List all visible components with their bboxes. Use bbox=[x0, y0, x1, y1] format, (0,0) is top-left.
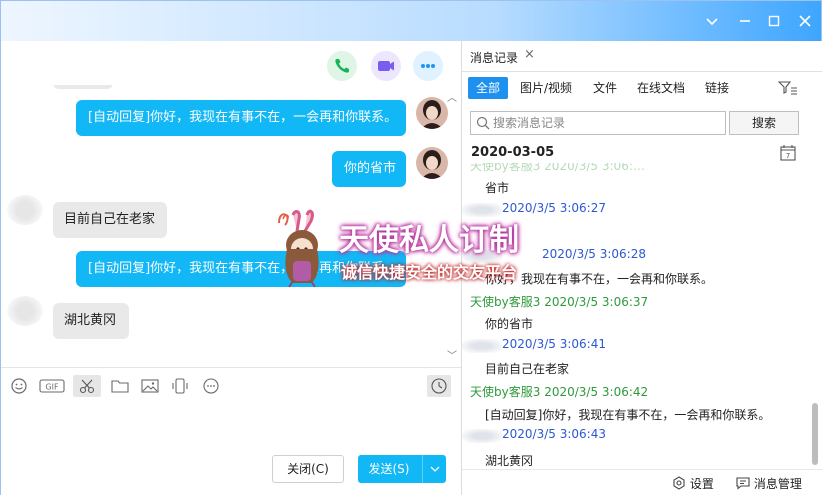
watermark: 天使私人订制 诚信快捷安全的交友平台 bbox=[271, 209, 561, 289]
emoji-icon[interactable] bbox=[6, 375, 32, 397]
history-footer: 设置 消息管理 bbox=[462, 469, 822, 495]
history-timestamp: 2020/3/5 3:06:43 bbox=[502, 427, 606, 441]
history-message: 湖北黄冈 bbox=[485, 454, 534, 467]
divider bbox=[462, 71, 822, 72]
search-input[interactable] bbox=[493, 114, 721, 132]
filter-icon[interactable] bbox=[777, 79, 798, 100]
history-message: 目前自己在老家 bbox=[485, 362, 570, 376]
close-icon[interactable] bbox=[794, 10, 816, 32]
message-manage-label: 消息管理 bbox=[753, 477, 802, 491]
watermark-subtitle: 诚信快捷安全的交友平台 bbox=[341, 263, 518, 282]
blurred-sender bbox=[462, 339, 502, 353]
message-input[interactable] bbox=[1, 403, 461, 459]
avatar[interactable] bbox=[416, 147, 448, 179]
search-icon bbox=[476, 116, 490, 130]
search-button[interactable]: 搜索 bbox=[729, 111, 799, 135]
message-bubble-in[interactable]: 目前自己在老家 bbox=[53, 202, 167, 238]
maximize-icon[interactable] bbox=[763, 10, 785, 32]
send-button[interactable]: 发送(S) bbox=[358, 455, 446, 483]
phone-icon bbox=[335, 59, 349, 73]
chat-window: [自动回复]你好，我现在有事不在，一会再和你联系。 你的省市 目前自己在老家 [… bbox=[0, 0, 822, 495]
avatar[interactable] bbox=[416, 97, 448, 129]
history-meta-line: 天使by客服3 2020/3/5 3:06:37 bbox=[470, 293, 648, 310]
close-tab-icon[interactable]: × bbox=[524, 47, 535, 62]
filter-links[interactable]: 链接 bbox=[697, 77, 737, 99]
previous-message-bubble bbox=[53, 85, 113, 89]
message-manage-button[interactable]: 消息管理 bbox=[736, 475, 802, 492]
image-icon[interactable] bbox=[137, 375, 163, 397]
video-call-button[interactable] bbox=[371, 51, 401, 81]
message-bubble-out[interactable]: 你的省市 bbox=[332, 151, 406, 187]
mascot-icon bbox=[278, 209, 319, 288]
watermark-title: 天使私人订制 bbox=[339, 223, 519, 258]
input-toolbar: GIF bbox=[1, 367, 461, 403]
filter-files[interactable]: 文件 bbox=[585, 77, 625, 99]
send-options-chevron-icon[interactable] bbox=[422, 455, 446, 483]
message-manage-icon bbox=[736, 477, 750, 490]
history-timestamp: 2020/3/5 3:06:42 bbox=[544, 385, 649, 399]
history-meta-line: 天使by客服3 2020/3/5 3:06:42 bbox=[470, 383, 648, 400]
history-sender: 天使by客服3 bbox=[470, 385, 541, 399]
message-bubble-in[interactable]: 湖北黄冈 bbox=[53, 303, 129, 339]
settings-label: 设置 bbox=[689, 477, 714, 491]
video-camera-icon bbox=[378, 61, 394, 71]
blurred-sender bbox=[462, 429, 502, 443]
tab-message-history[interactable]: 消息记录 × bbox=[462, 41, 544, 71]
svg-text:7: 7 bbox=[786, 152, 790, 160]
scissors-icon[interactable] bbox=[73, 375, 101, 397]
tab-label: 消息记录 bbox=[470, 51, 519, 65]
avatar[interactable] bbox=[7, 195, 43, 225]
scroll-down-icon[interactable]: ﹀ bbox=[447, 347, 457, 362]
voice-call-button[interactable] bbox=[327, 51, 357, 81]
gif-icon[interactable]: GIF bbox=[38, 375, 66, 397]
filter-images-videos[interactable]: 图片/视频 bbox=[512, 77, 580, 99]
history-scrollbar[interactable] bbox=[812, 403, 818, 465]
title-bar[interactable] bbox=[1, 1, 821, 41]
shake-icon[interactable] bbox=[167, 375, 193, 397]
history-sender: 天使by客服3 bbox=[470, 295, 541, 309]
more-icon[interactable] bbox=[198, 375, 224, 397]
folder-icon[interactable] bbox=[107, 375, 133, 397]
settings-button[interactable]: 设置 bbox=[672, 475, 714, 492]
more-dots-icon bbox=[421, 64, 435, 68]
search-box[interactable] bbox=[470, 111, 726, 135]
call-actions bbox=[327, 51, 447, 81]
minimize-icon[interactable] bbox=[734, 10, 756, 32]
more-actions-button[interactable] bbox=[413, 51, 443, 81]
chevron-down-icon[interactable] bbox=[701, 10, 723, 32]
settings-icon bbox=[673, 476, 685, 490]
filter-all[interactable]: 全部 bbox=[468, 77, 509, 99]
history-timestamp: 2020/3/5 3:06:41 bbox=[502, 337, 606, 351]
history-clock-icon[interactable] bbox=[427, 375, 451, 397]
history-message: [自动回复]你好，我现在有事不在，一会再和你联系。 bbox=[485, 408, 771, 422]
filter-online-docs[interactable]: 在线文档 bbox=[629, 77, 693, 99]
send-button-label: 发送(S) bbox=[368, 462, 410, 476]
svg-text:GIF: GIF bbox=[45, 383, 59, 392]
close-button[interactable]: 关闭(C) bbox=[272, 455, 344, 483]
history-date: 2020-03-05 bbox=[471, 145, 555, 160]
history-message: 省市 bbox=[485, 181, 510, 195]
avatar[interactable] bbox=[7, 296, 43, 326]
history-timestamp: 2020/3/5 3:06:37 bbox=[544, 295, 649, 309]
history-message: 你的省市 bbox=[485, 317, 534, 331]
calendar-icon[interactable]: 7 bbox=[780, 144, 796, 164]
scroll-up-icon[interactable]: ︿ bbox=[447, 89, 457, 104]
message-bubble-out[interactable]: [自动回复]你好，我现在有事不在，一会再和你联系。 bbox=[76, 100, 406, 136]
history-meta: 天使by客服3 2020/3/5 3:06:… bbox=[470, 163, 645, 173]
